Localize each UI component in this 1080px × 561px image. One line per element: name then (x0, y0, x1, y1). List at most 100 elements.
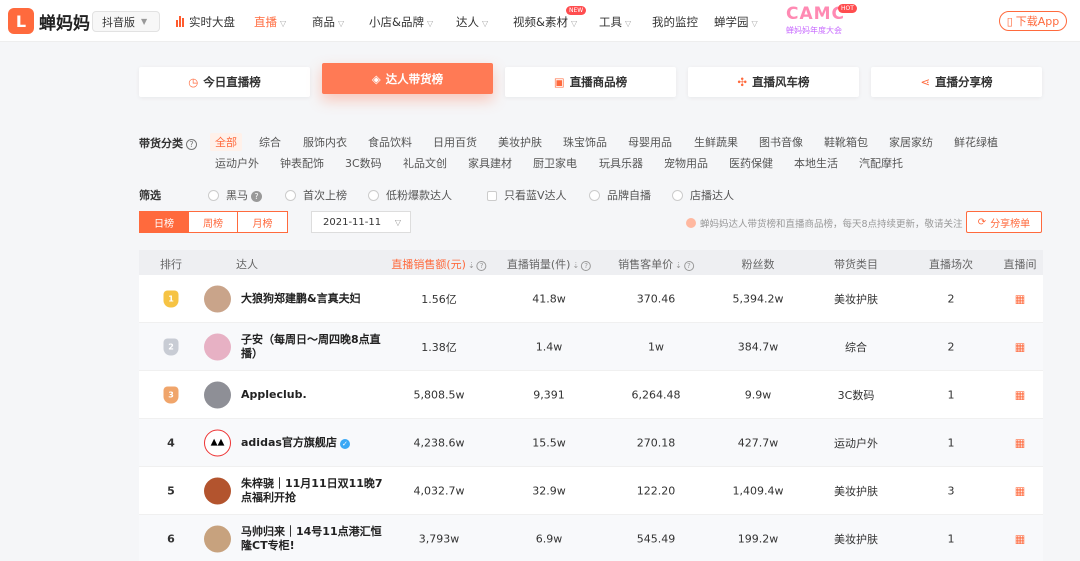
category-item[interactable]: 厨卫家电 (533, 155, 577, 171)
nav-item-influencers[interactable]: 达人 ▽ (456, 14, 488, 30)
radio-icon (589, 190, 600, 201)
live-room-icon[interactable]: ▦ (1015, 292, 1025, 305)
filter-first-listed[interactable]: 首次上榜 (285, 187, 347, 203)
influencer-name[interactable]: 朱梓骁｜11月11日双11晚7点福利开抢 (241, 477, 391, 505)
category-item[interactable]: 宠物用品 (664, 155, 708, 171)
category-item[interactable]: 珠宝饰品 (563, 134, 607, 150)
filter-label: 首次上榜 (303, 189, 347, 202)
fans-cell: 1,409.4w (732, 484, 784, 497)
chevron-down-icon: ▽ (625, 19, 632, 28)
tab-today-live[interactable]: ◷ 今日直播榜 (139, 67, 310, 97)
tab-label: 直播分享榜 (935, 75, 993, 89)
download-app-button[interactable]: ▯ 下载App (999, 11, 1067, 31)
live-room-icon[interactable]: ▦ (1015, 532, 1025, 545)
nav-item-realtime[interactable]: 实时大盘 (176, 14, 235, 30)
share-icon: ⋖ (920, 75, 931, 89)
category-item[interactable]: 医药保健 (729, 155, 773, 171)
help-icon[interactable]: ? (251, 191, 262, 202)
category-item[interactable]: 家具建材 (468, 155, 512, 171)
category-cell: 运动户外 (834, 436, 878, 450)
col-volume[interactable]: 直播销量(件) ⇣? (507, 256, 592, 272)
sort-icon: ⇣ (467, 261, 475, 270)
category-item[interactable]: 服饰内衣 (303, 134, 347, 150)
phone-icon: ▯ (1006, 14, 1013, 28)
nav-item-products[interactable]: 商品 ▽ (312, 14, 344, 30)
filter-shop-live[interactable]: 店播达人 (672, 187, 734, 203)
tab-live-windmill[interactable]: ✣ 直播风车榜 (688, 67, 859, 97)
category-item[interactable]: 玩具乐器 (599, 155, 643, 171)
nav-item-monitor[interactable]: 我的监控 (652, 14, 698, 30)
category-item[interactable]: 鲜花绿植 (954, 134, 998, 150)
avatar[interactable] (204, 477, 231, 504)
live-room-icon[interactable]: ▦ (1015, 484, 1025, 497)
sort-icon: ⇣ (572, 261, 580, 270)
category-item[interactable]: 生鲜蔬果 (694, 134, 738, 150)
share-list-button[interactable]: ⟳ 分享榜单 (966, 211, 1042, 233)
top-navigation: L 蝉妈妈 抖音版 ▼ 实时大盘 直播 ▽ 商品 ▽ 小店&品牌 ▽ 达人 ▽ 视频&素… (0, 0, 1080, 42)
nav-item-videos[interactable]: 视频&素材 ▽ (513, 14, 577, 30)
category-item[interactable]: 鞋靴箱包 (824, 134, 868, 150)
nav-item-shops[interactable]: 小店&品牌 ▽ (369, 14, 433, 30)
category-item[interactable]: 家居家纺 (889, 134, 933, 150)
avatar[interactable] (204, 525, 231, 552)
date-select[interactable]: 2021-11-11 ▽ (311, 211, 411, 233)
avatar[interactable] (204, 333, 231, 360)
category-item[interactable]: 美妆护肤 (498, 134, 542, 150)
table-row[interactable]: 1 大狼狗郑建鹏&言真夫妇 1.56亿 41.8w 370.46 5,394.2… (139, 275, 1043, 323)
category-item[interactable]: 日用百货 (433, 134, 477, 150)
category-item[interactable]: 综合 (259, 134, 281, 150)
col-unit-price[interactable]: 销售客单价 ⇣? (618, 256, 694, 272)
nav-item-tools[interactable]: 工具 ▽ (599, 14, 631, 30)
influencer-name[interactable]: 马帅归来｜14号11点港汇恒隆CT专柜! (241, 525, 391, 553)
nav-item-label: 商品 (312, 15, 335, 29)
filter-brand-self[interactable]: 品牌自播 (589, 187, 651, 203)
avatar[interactable] (204, 285, 231, 312)
table-header: 排行 达人 直播销售额(元) ⇣? 直播销量(件) ⇣? 销售客单价 ⇣? 粉丝数 带… (139, 250, 1043, 275)
period-weekly[interactable]: 周榜 (188, 211, 238, 233)
influencer-name[interactable]: Appleclub. (241, 388, 391, 402)
influencer-name[interactable]: adidas官方旗舰店 ✓ (241, 436, 391, 450)
help-icon[interactable]: ? (186, 139, 197, 150)
nav-item-label: 工具 (599, 15, 622, 29)
table-row[interactable]: 2 子安（每周日～周四晚8点直播） 1.38亿 1.4w 1w 384.7w 综… (139, 323, 1043, 371)
category-all[interactable]: 全部 (210, 133, 242, 151)
category-item[interactable]: 本地生活 (794, 155, 838, 171)
filter-blue-v[interactable]: 只看蓝V达人 (487, 187, 567, 203)
influencer-name[interactable]: 大狼狗郑建鹏&言真夫妇 (241, 292, 391, 306)
category-item[interactable]: 食品饮料 (368, 134, 412, 150)
promo-banner[interactable]: CAMC HOT 蝉妈妈年度大会 (786, 4, 857, 36)
table-row[interactable]: 6 马帅归来｜14号11点港汇恒隆CT专柜! 3,793w 6.9w 545.4… (139, 515, 1043, 561)
brand-logo[interactable]: L 蝉妈妈 (8, 8, 90, 34)
influencer-name[interactable]: 子安（每周日～周四晚8点直播） (241, 333, 391, 361)
avatar[interactable] (204, 381, 231, 408)
period-daily[interactable]: 日榜 (139, 211, 189, 233)
category-item[interactable]: 钟表配饰 (280, 155, 324, 171)
category-item[interactable]: 图书音像 (759, 134, 803, 150)
category-item[interactable]: 母婴用品 (628, 134, 672, 150)
period-monthly[interactable]: 月榜 (237, 211, 288, 233)
adidas-logo-avatar[interactable]: ▲▲ (204, 429, 231, 456)
category-item[interactable]: 汽配摩托 (859, 155, 903, 171)
category-item[interactable]: 3C数码 (345, 155, 382, 171)
filter-low-fans[interactable]: 低粉爆款达人 (368, 187, 452, 203)
table-row[interactable]: 4 ▲▲ adidas官方旗舰店 ✓ 4,238.6w 15.5w 270.18 … (139, 419, 1043, 467)
filter-dark-horse[interactable]: 黑马? (208, 187, 262, 203)
live-room-icon[interactable]: ▦ (1015, 436, 1025, 449)
nav-item-academy[interactable]: 蝉学园 ▽ (714, 14, 758, 30)
live-room-icon[interactable]: ▦ (1015, 388, 1025, 401)
notice-text: 蝉妈妈达人带货榜和直播商品榜，每天8点持续更新，敬请关注 (700, 219, 963, 230)
nav-item-live[interactable]: 直播 ▽ (254, 14, 286, 30)
tab-live-products[interactable]: ▣ 直播商品榜 (505, 67, 676, 97)
category-item[interactable]: 运动户外 (215, 155, 259, 171)
table-row[interactable]: 3 Appleclub. 5,808.5w 9,391 6,264.48 9.9… (139, 371, 1043, 419)
live-room-icon[interactable]: ▦ (1015, 340, 1025, 353)
version-select[interactable]: 抖音版 ▼ (92, 11, 160, 32)
table-row[interactable]: 5 朱梓骁｜11月11日双11晚7点福利开抢 4,032.7w 32.9w 12… (139, 467, 1043, 515)
radio-icon (285, 190, 296, 201)
unit-price-cell: 370.46 (636, 292, 676, 305)
mascot-icon (686, 218, 696, 228)
col-sales[interactable]: 直播销售额(元) ⇣? (391, 256, 487, 272)
tab-live-share[interactable]: ⋖ 直播分享榜 (871, 67, 1042, 97)
tab-influencer-sales[interactable]: ◈ 达人带货榜 (322, 63, 493, 94)
category-item[interactable]: 礼品文创 (403, 155, 447, 171)
